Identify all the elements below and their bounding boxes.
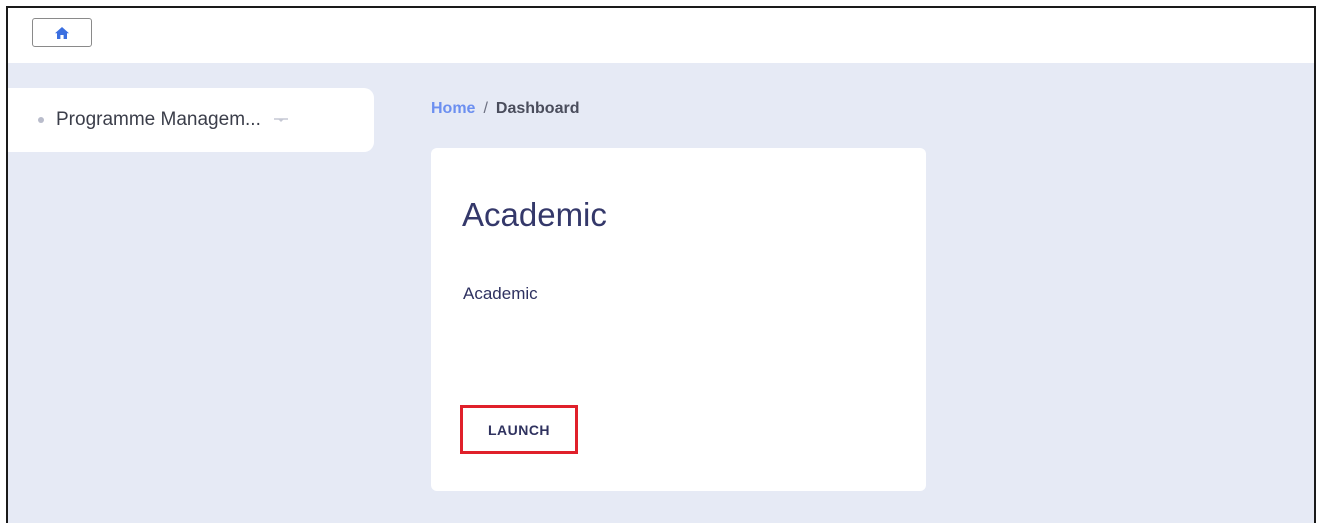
breadcrumb-current: Dashboard: [495, 100, 580, 117]
caret-down-icon: [273, 113, 289, 131]
breadcrumb: Home / Dashboard: [431, 100, 579, 118]
card-description: Academic: [463, 284, 538, 303]
home-button[interactable]: [32, 18, 92, 47]
sidebar-item-label: Programme Managem...: [56, 109, 261, 130]
academic-card: Academic Academic LAUNCH: [431, 148, 926, 491]
bullet-icon: [38, 117, 44, 123]
launch-button[interactable]: LAUNCH: [463, 408, 575, 451]
sidebar-item-programme-management[interactable]: Programme Managem...: [8, 88, 374, 152]
card-title: Academic: [462, 196, 607, 233]
top-bar: [8, 8, 1314, 63]
home-icon: [54, 26, 70, 40]
launch-highlight-box: LAUNCH: [460, 405, 578, 454]
breadcrumb-home-link[interactable]: Home: [431, 100, 475, 118]
breadcrumb-separator: /: [483, 100, 488, 117]
app-frame: Programme Managem... Home / Dashboard Ac…: [6, 6, 1316, 523]
